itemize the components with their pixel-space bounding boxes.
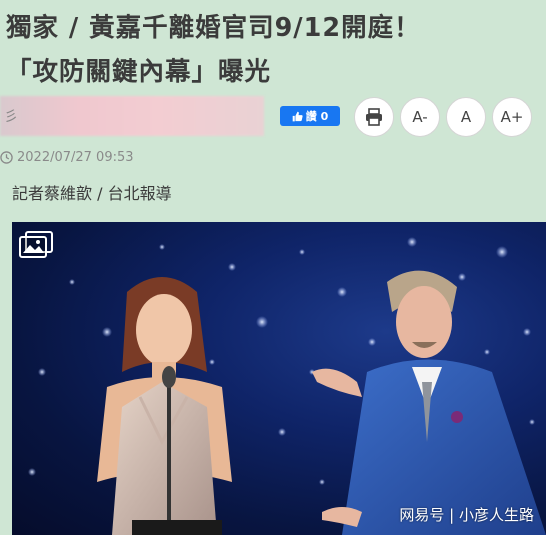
article-toolbar: 彡 讚 0 A- A A+ — [0, 94, 546, 138]
article-meta: 2022/07/27 09:53 — [0, 150, 134, 165]
font-increase-button[interactable]: A+ — [492, 97, 532, 137]
print-icon — [366, 108, 382, 126]
facebook-like-button[interactable]: 讚 0 — [280, 106, 340, 126]
article-byline: 記者蔡維歆 / 台北報導 — [12, 184, 172, 203]
print-button[interactable] — [354, 97, 394, 137]
watermark-text: 网易号 | 小彦人生路 — [399, 506, 534, 524]
article-headline: 獨家 / 黃嘉千離婚官司9/12開庭！ 「攻防關鍵內幕」曝光 — [6, 6, 542, 94]
blurred-author-area — [0, 96, 264, 136]
font-reset-button[interactable]: A — [446, 97, 486, 137]
thumbs-up-icon — [292, 111, 303, 121]
article-photo[interactable]: 网易号 | 小彦人生路 — [12, 222, 546, 535]
female-presenter — [97, 277, 232, 535]
like-count-label: 讚 0 — [305, 110, 329, 123]
publish-timestamp: 2022/07/27 09:53 — [17, 150, 134, 165]
headline-line-2: 「攻防關鍵內幕」曝光 — [6, 57, 272, 87]
font-decrease-button[interactable]: A- — [400, 97, 440, 137]
headline-line-1: 獨家 / 黃嘉千離婚官司9/12開庭！ — [6, 13, 421, 43]
podium — [132, 520, 222, 535]
stage-scene-image — [28, 237, 546, 535]
clock-icon — [0, 151, 13, 164]
male-presenter — [312, 270, 546, 535]
gallery-icon[interactable] — [18, 230, 54, 258]
blurred-prefix: 彡 — [4, 109, 18, 125]
